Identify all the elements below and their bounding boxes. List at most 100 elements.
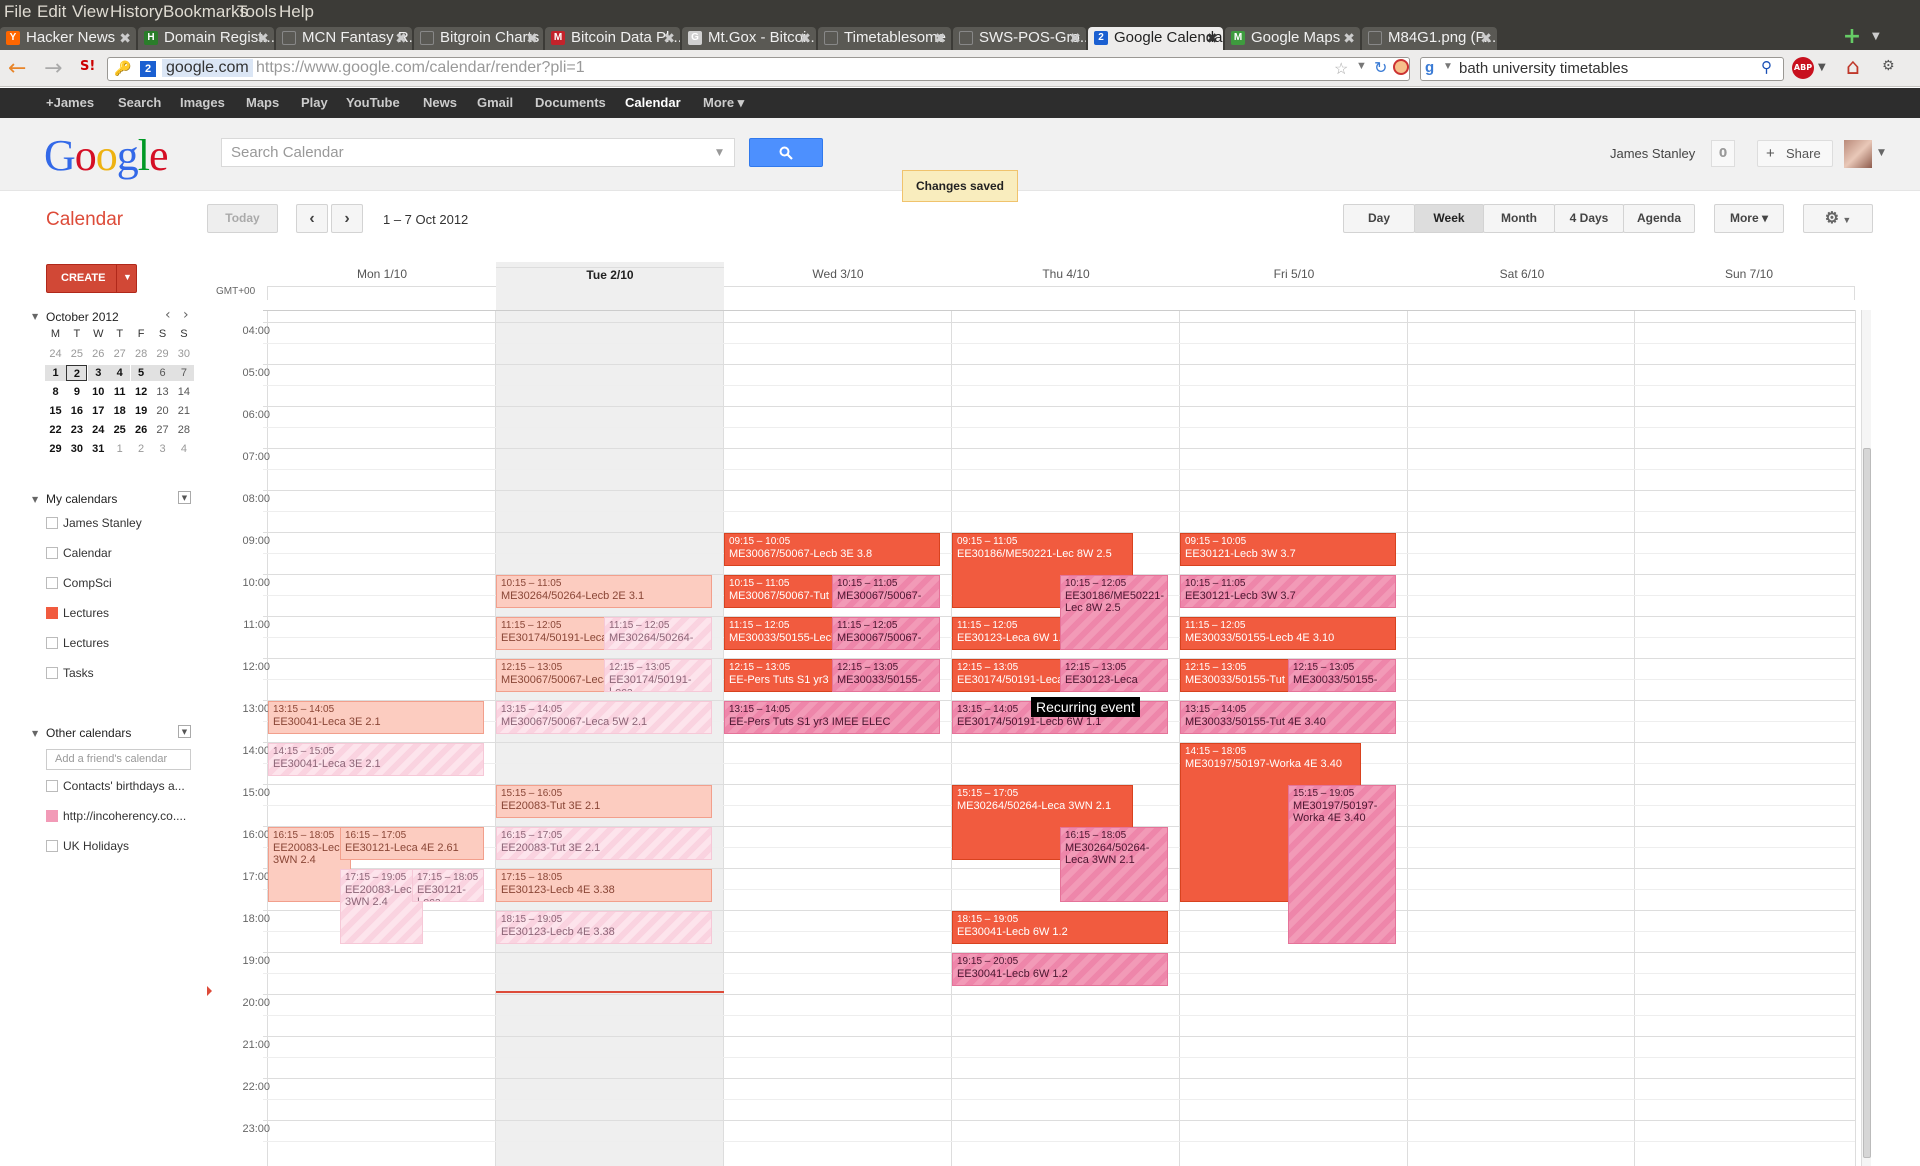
tab-9[interactable]: 2 Google Calendar ✖ (1088, 27, 1223, 50)
minical-day[interactable]: 26 (88, 346, 109, 362)
tab-close-icon[interactable]: ✖ (395, 27, 407, 49)
tab-11[interactable]: M84G1.png (P... ✖ (1362, 27, 1497, 50)
minical-day[interactable]: 27 (152, 422, 173, 438)
minical-day[interactable]: 29 (45, 441, 66, 457)
today-button[interactable]: Today (207, 204, 278, 233)
menu-view[interactable]: View (72, 2, 109, 22)
minical-day[interactable]: 30 (66, 441, 87, 457)
menu-edit[interactable]: Edit (37, 2, 66, 22)
minical-day[interactable]: 28 (131, 346, 152, 362)
calendar-event[interactable]: 10:15 – 11:05 ME30264/50264-Lecb 2E 3.1 (496, 574, 712, 609)
minical-day[interactable]: 3 (87, 365, 109, 381)
add-friend-calendar-input[interactable]: Add a friend's calendar (46, 749, 191, 770)
forward-icon[interactable]: → (44, 56, 62, 81)
search-calendar-input[interactable]: Search Calendar (221, 138, 735, 167)
settings-button[interactable]: ⚙ ▼ (1803, 204, 1873, 233)
minical-day[interactable]: 30 (173, 346, 194, 362)
minical-day[interactable]: 1 (45, 365, 66, 381)
tab-close-icon[interactable]: ✖ (257, 27, 269, 49)
minical-day[interactable]: 26 (131, 422, 152, 438)
calendar-event[interactable]: 10:15 – 12:05 EE30186/ME50221-Lec 8W 2.5 (1060, 574, 1168, 651)
minical-day[interactable]: 14 (173, 384, 194, 400)
menu-history[interactable]: History (110, 2, 163, 22)
other-calendars-menu-icon[interactable]: ▼ (178, 725, 191, 738)
calendar-item[interactable]: CompSci (44, 576, 199, 592)
day-header[interactable]: Sat 6/10 (1408, 267, 1636, 287)
menu-tools[interactable]: Tools (237, 2, 277, 22)
calendar-event[interactable]: 12:15 – 13:05 EE30174/50191-Leca (604, 658, 712, 693)
toolbar-overflow-icon[interactable]: ⚙ (1882, 58, 1895, 74)
calendar-event[interactable]: 10:15 – 11:05 ME30067/50067-Tut (724, 574, 849, 609)
calendar-event[interactable]: 13:15 – 14:05 EE-Pers Tuts S1 yr3 IMEE EL… (724, 700, 940, 735)
minical-day[interactable]: 8 (45, 384, 66, 400)
calendar-event[interactable]: 12:15 – 13:05 EE-Pers Tuts S1 yr3 (724, 658, 849, 693)
minical-day[interactable]: 12 (131, 384, 152, 400)
calendar-event[interactable]: 11:15 – 12:05 EE30174/50191-Leca (496, 616, 621, 651)
calendar-event[interactable]: 18:15 – 19:05 EE30041-Lecb 6W 1.2 (952, 910, 1168, 945)
gbar-youtube[interactable]: YouTube (346, 95, 400, 110)
tab-close-icon[interactable]: ✖ (1069, 27, 1081, 49)
calendar-event[interactable]: 17:15 – 19:05 EE20083-Leca 3WN 2.4 (340, 868, 423, 945)
identity-icon[interactable]: 🔑 (114, 60, 131, 77)
calendar-event[interactable]: 11:15 – 12:05 ME30264/50264- (604, 616, 712, 651)
user-name[interactable]: James Stanley (1610, 146, 1695, 161)
gbar-more[interactable]: More ▾ (703, 95, 744, 111)
calendar-event[interactable]: 10:15 – 11:05 ME30067/50067- (832, 574, 940, 609)
calendar-event[interactable]: 16:15 – 17:05 EE30121-Leca 4E 2.61 (340, 826, 484, 861)
tab-close-icon[interactable]: ✖ (119, 27, 131, 49)
view-4days-button[interactable]: 4 Days (1554, 204, 1624, 233)
tab-close-icon[interactable]: ✖ (526, 27, 538, 49)
more-button[interactable]: More ▾ (1714, 204, 1784, 233)
share-button[interactable]: + Share (1757, 140, 1833, 167)
calendar-color-swatch[interactable] (46, 547, 58, 559)
minical-day[interactable]: 17 (88, 403, 109, 419)
minical-day[interactable]: 31 (88, 441, 109, 457)
next-week-button[interactable]: › (331, 204, 363, 233)
view-month-button[interactable]: Month (1483, 204, 1555, 233)
calendar-event[interactable]: 13:15 – 14:05 ME30033/50155-Tut 4E 3.40 (1180, 700, 1396, 735)
minical-day[interactable]: 7 (173, 365, 195, 381)
tab-10[interactable]: M Google Maps ✖ (1225, 27, 1360, 50)
calendar-event[interactable]: 18:15 – 19:05 EE30123-Lecb 4E 3.38 (496, 910, 712, 945)
day-header[interactable]: Wed 3/10 (724, 267, 952, 287)
adblock-plus-icon[interactable]: ABP (1792, 57, 1814, 79)
calendar-event[interactable]: 13:15 – 14:05 ME30067/50067-Leca 5W 2.1 (496, 700, 712, 735)
minical-day[interactable]: 10 (88, 384, 109, 400)
minical-day[interactable]: 2 (131, 441, 152, 457)
minical-day[interactable]: 21 (173, 403, 194, 419)
calendar-event[interactable]: 12:15 – 13:05 ME30067/50067-Leca (496, 658, 621, 693)
extension-icon[interactable]: S! (80, 59, 95, 74)
calendar-color-swatch[interactable] (46, 810, 58, 822)
minical-day[interactable]: 25 (66, 346, 87, 362)
collapse-triangle-icon[interactable]: ▼ (32, 729, 38, 738)
minical-day[interactable]: 2 (66, 365, 88, 381)
minical-day[interactable]: 28 (173, 422, 194, 438)
gbar-james[interactable]: +James (46, 95, 94, 110)
calendar-event[interactable]: 13:15 – 14:05 EE30041-Leca 3E 2.1 (268, 700, 484, 735)
tab-8[interactable]: SWS-POS-Gro... ✖ (953, 27, 1086, 50)
gbar-maps[interactable]: Maps (246, 95, 279, 110)
account-menu-icon[interactable]: ▼ (1878, 148, 1885, 158)
calendar-event[interactable]: 17:15 – 18:05 EE30123-Lecb 4E 3.38 (496, 868, 712, 903)
calendar-color-swatch[interactable] (46, 607, 58, 619)
collapse-triangle-icon[interactable]: ▼ (32, 312, 38, 321)
tab-close-icon[interactable]: ✖ (663, 27, 675, 49)
minical-title[interactable]: October 2012 (46, 310, 119, 324)
calendar-item[interactable]: Calendar (44, 546, 199, 562)
menu-bookmarks[interactable]: Bookmarks (163, 2, 248, 22)
gbar-gmail[interactable]: Gmail (477, 95, 513, 110)
calendar-event[interactable]: 16:15 – 18:05 ME30264/50264-Leca 3WN 2.1 (1060, 826, 1168, 903)
day-header[interactable]: Tue 2/10 (496, 267, 724, 287)
minical-day[interactable]: 27 (109, 346, 130, 362)
minical-day[interactable]: 1 (109, 441, 130, 457)
home-icon[interactable]: ⌂ (1846, 55, 1860, 80)
calendar-item[interactable]: Lectures (44, 636, 199, 652)
day-header[interactable]: Fri 5/10 (1180, 267, 1408, 287)
calendar-color-swatch[interactable] (46, 667, 58, 679)
tab-5[interactable]: M Bitcoin Data Pl... ✖ (545, 27, 680, 50)
avatar[interactable] (1844, 140, 1872, 168)
minical-day[interactable]: 13 (152, 384, 173, 400)
search-engine-dropdown-icon[interactable]: ▼ (1443, 61, 1453, 72)
calendar-item[interactable]: Contacts' birthdays a... (44, 779, 199, 795)
gbar-calendar[interactable]: Calendar (625, 95, 681, 110)
